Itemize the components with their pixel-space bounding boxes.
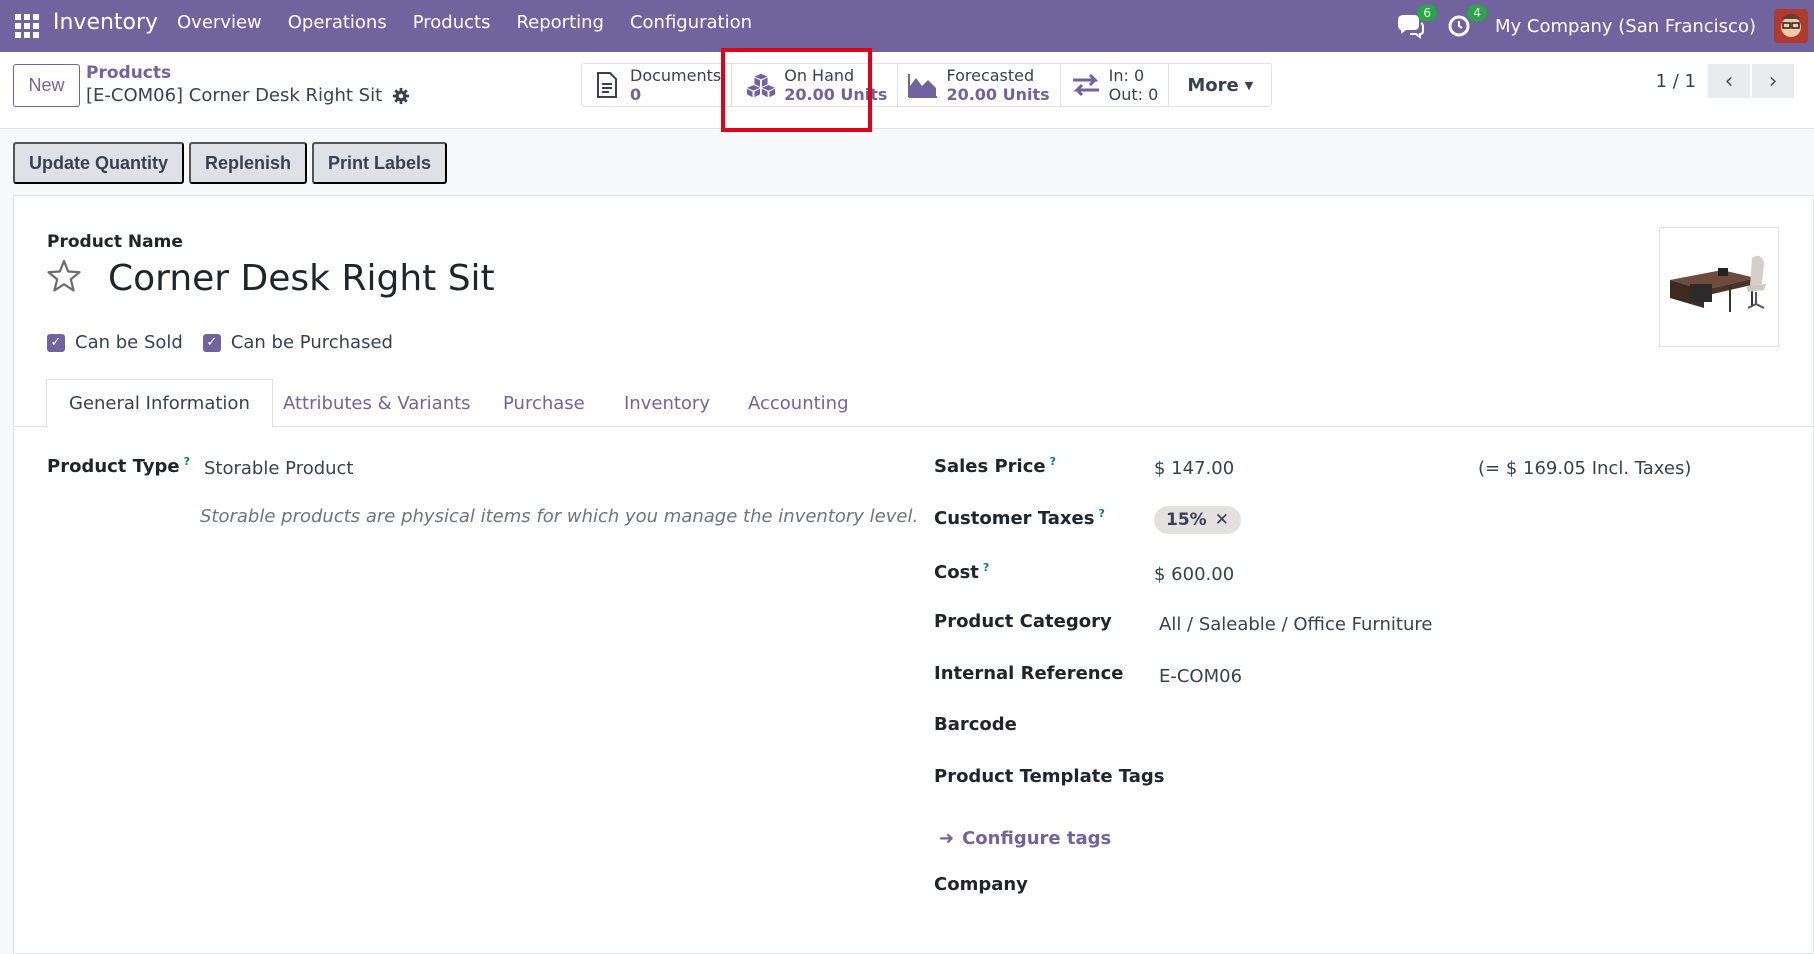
arrow-right-icon: ➜ bbox=[939, 828, 955, 849]
template-tags-label: Product Template Tags bbox=[934, 766, 1165, 787]
can-be-sold-checkbox[interactable]: ✓ Can be Sold bbox=[47, 332, 183, 353]
pager-next-button[interactable]: › bbox=[1752, 64, 1794, 98]
customer-taxes-field[interactable]: 15% ✕ bbox=[1154, 506, 1241, 534]
sales-price-incl-taxes: (= $ 169.05 Incl. Taxes) bbox=[1478, 458, 1692, 479]
can-be-purchased-label: Can be Purchased bbox=[230, 332, 393, 353]
pager: 1 / 1 ‹ › bbox=[1656, 64, 1794, 98]
app-name[interactable]: Inventory bbox=[53, 10, 158, 35]
pager-value[interactable]: 1 / 1 bbox=[1656, 71, 1696, 92]
messages-icon[interactable]: 6 bbox=[1395, 5, 1438, 41]
documents-label: Documents bbox=[630, 66, 722, 85]
pager-previous-button[interactable]: ‹ bbox=[1708, 64, 1750, 98]
tab-accounting[interactable]: Accounting bbox=[748, 379, 849, 427]
messages-badge: 6 bbox=[1417, 5, 1438, 21]
customer-taxes-label: Customer Taxes? bbox=[934, 507, 1105, 529]
close-icon[interactable]: ✕ bbox=[1215, 510, 1229, 530]
breadcrumb-products[interactable]: Products bbox=[86, 63, 171, 83]
sale-purchase-checks: ✓ Can be Sold ✓ Can be Purchased bbox=[47, 332, 393, 353]
help-icon[interactable]: ? bbox=[184, 455, 190, 468]
can-be-sold-label: Can be Sold bbox=[75, 332, 183, 353]
customer-taxes-label-text: Customer Taxes bbox=[934, 508, 1095, 529]
cost-label-text: Cost bbox=[934, 562, 979, 583]
menu-overview[interactable]: Overview bbox=[177, 12, 262, 33]
documents-value: 0 bbox=[630, 85, 642, 104]
top-navbar: Inventory Overview Operations Products R… bbox=[0, 0, 1814, 52]
highlight-box bbox=[721, 48, 872, 132]
breadcrumb-current: [E-COM06] Corner Desk Right Sit bbox=[86, 85, 410, 106]
more-label: More bbox=[1187, 74, 1239, 96]
replenish-button[interactable]: Replenish bbox=[189, 142, 308, 184]
tab-attributes-variants[interactable]: Attributes & Variants bbox=[283, 379, 471, 427]
action-bar: Update Quantity Replenish Print Labels bbox=[13, 142, 448, 184]
menu-products[interactable]: Products bbox=[413, 12, 491, 33]
sales-price-label-text: Sales Price bbox=[934, 456, 1046, 477]
company-switcher[interactable]: My Company (San Francisco) bbox=[1495, 16, 1756, 37]
internal-reference-label: Internal Reference bbox=[934, 663, 1124, 684]
product-type-label-text: Product Type bbox=[47, 456, 180, 477]
help-icon[interactable]: ? bbox=[1050, 455, 1056, 468]
activities-badge: 4 bbox=[1467, 5, 1488, 21]
product-category-label: Product Category bbox=[934, 611, 1112, 632]
tab-inventory[interactable]: Inventory bbox=[624, 379, 710, 427]
barcode-label: Barcode bbox=[934, 714, 1017, 735]
help-icon[interactable]: ? bbox=[1098, 507, 1104, 520]
systray: 6 4 My Company (San Francisco) bbox=[1395, 0, 1814, 52]
product-type-help: Storable products are physical items for… bbox=[200, 506, 919, 527]
apps-menu-icon[interactable] bbox=[15, 14, 39, 38]
configure-tags-link[interactable]: ➜ Configure tags bbox=[939, 828, 1111, 849]
product-type-label: Product Type? bbox=[47, 455, 190, 477]
gear-icon[interactable] bbox=[392, 87, 410, 105]
company-label: Company bbox=[934, 874, 1028, 895]
forecasted-label: Forecasted bbox=[946, 66, 1035, 85]
product-category-input[interactable]: All / Saleable / Office Furniture bbox=[1159, 614, 1432, 635]
chevron-left-icon: ‹ bbox=[1724, 68, 1734, 94]
update-quantity-button[interactable]: Update Quantity bbox=[13, 142, 185, 184]
internal-reference-input[interactable]: E-COM06 bbox=[1159, 666, 1242, 687]
caret-down-icon: ▼ bbox=[1244, 78, 1254, 92]
more-dropdown[interactable]: More ▼ bbox=[1169, 64, 1271, 106]
tax-tag-label: 15% bbox=[1166, 510, 1207, 530]
menu-reporting[interactable]: Reporting bbox=[516, 12, 604, 33]
tab-general-information[interactable]: General Information bbox=[46, 379, 273, 428]
new-button[interactable]: New bbox=[13, 64, 80, 107]
cost-label: Cost? bbox=[934, 561, 989, 583]
in-count: In: 0 bbox=[1108, 66, 1145, 85]
area-chart-icon bbox=[908, 70, 938, 100]
in-out-button[interactable]: In: 0 Out: 0 bbox=[1061, 64, 1170, 106]
exchange-icon bbox=[1071, 70, 1101, 100]
sales-price-label: Sales Price? bbox=[934, 455, 1056, 477]
star-icon[interactable] bbox=[46, 258, 82, 294]
documents-button[interactable]: Documents 0 bbox=[582, 64, 733, 106]
configure-tags-label: Configure tags bbox=[962, 828, 1112, 849]
checkmark-icon: ✓ bbox=[47, 333, 65, 352]
menu-configuration[interactable]: Configuration bbox=[630, 12, 752, 33]
main-menu: Overview Operations Products Reporting C… bbox=[177, 12, 752, 33]
cost-input[interactable]: $ 600.00 bbox=[1154, 564, 1234, 585]
product-image[interactable] bbox=[1659, 227, 1779, 347]
forecasted-value: 20.00 Units bbox=[946, 85, 1050, 104]
chevron-right-icon: › bbox=[1768, 68, 1778, 94]
product-name-label: Product Name bbox=[47, 232, 183, 252]
document-icon bbox=[592, 70, 622, 100]
print-labels-button[interactable]: Print Labels bbox=[312, 142, 448, 184]
out-count: Out: 0 bbox=[1108, 85, 1159, 104]
menu-operations[interactable]: Operations bbox=[288, 12, 387, 33]
form-tabs: General Information Attributes & Variant… bbox=[14, 379, 1813, 428]
forecasted-button[interactable]: Forecasted 20.00 Units bbox=[898, 64, 1061, 106]
smart-buttons: Documents 0 On Hand 20.00 Units Forecast… bbox=[581, 63, 1273, 107]
can-be-purchased-checkbox[interactable]: ✓ Can be Purchased bbox=[202, 332, 393, 353]
product-name-input[interactable]: Corner Desk Right Sit bbox=[108, 258, 495, 299]
control-panel: New Products [E-COM06] Corner Desk Right… bbox=[0, 52, 1814, 129]
tax-tag: 15% ✕ bbox=[1154, 506, 1241, 534]
help-icon[interactable]: ? bbox=[983, 561, 989, 574]
breadcrumb-current-label: [E-COM06] Corner Desk Right Sit bbox=[86, 85, 383, 106]
form-sheet: Product Name Corner Desk Right Sit ✓ Can… bbox=[13, 195, 1814, 954]
sales-price-input[interactable]: $ 147.00 bbox=[1154, 458, 1234, 479]
activities-icon[interactable]: 4 bbox=[1445, 5, 1488, 41]
user-avatar[interactable] bbox=[1774, 9, 1808, 43]
product-type-select[interactable]: Storable Product bbox=[204, 458, 354, 479]
checkmark-icon: ✓ bbox=[202, 333, 221, 352]
tab-purchase[interactable]: Purchase bbox=[503, 379, 585, 427]
